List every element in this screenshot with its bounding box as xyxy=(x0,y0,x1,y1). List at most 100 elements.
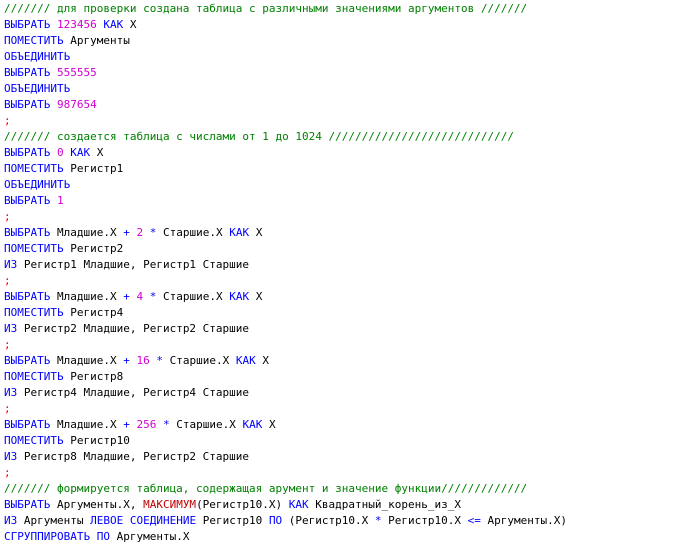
code-line: ВЫБРАТЬ Младшие.X + 16 * Старшие.X КАК X xyxy=(4,353,690,369)
keyword-token: ПОМЕСТИТЬ xyxy=(4,162,64,175)
keyword-token: СГРУППИРОВАТЬ ПО xyxy=(4,530,110,543)
query-text-editor[interactable]: /////// для проверки создана таблица с р… xyxy=(0,0,690,545)
code-line: ВЫБРАТЬ Младшие.X + 256 * Старшие.X КАК … xyxy=(4,417,690,433)
keyword-token: ВЫБРАТЬ xyxy=(4,498,51,511)
code-line: ВЫБРАТЬ 123456 КАК X xyxy=(4,17,690,33)
keyword-token: <= xyxy=(467,514,481,527)
keyword-token: КАК xyxy=(70,146,91,159)
keyword-token: ОБЪЕДИНИТЬ xyxy=(4,82,71,95)
text-token: Регистр1 Младшие, Регистр1 Старшие xyxy=(17,258,250,271)
text-token: (Регистр10.X) xyxy=(196,498,289,511)
number-token: 1 xyxy=(56,194,64,207)
text-token: Регистр2 xyxy=(63,242,124,255)
text-token: (Регистр10.X xyxy=(282,514,375,527)
text-token: Старшие.X xyxy=(169,418,243,431)
text-token: Квадратный_корень_из_X xyxy=(308,498,461,511)
code-line: ИЗ Регистр8 Младшие, Регистр2 Старшие xyxy=(4,449,690,465)
text-token: X xyxy=(249,290,263,303)
code-line: ; xyxy=(4,209,690,225)
keyword-token: ПОМЕСТИТЬ xyxy=(4,242,64,255)
text-token: Регистр10 xyxy=(196,514,269,527)
keyword-token: ПО xyxy=(268,514,283,527)
keyword-token: ВЫБРАТЬ xyxy=(4,146,57,159)
keyword-token: + xyxy=(123,418,130,431)
code-line: ; xyxy=(4,465,690,481)
text-token: Аргументы.X, xyxy=(50,498,144,511)
code-line: ВЫБРАТЬ 1 xyxy=(4,193,690,209)
text-token: Регистр4 xyxy=(63,306,124,319)
keyword-token: ИЗ xyxy=(4,386,18,399)
code-line: ИЗ Регистр2 Младшие, Регистр2 Старшие xyxy=(4,321,690,337)
text-token: Аргументы xyxy=(17,514,91,527)
keyword-token: ИЗ xyxy=(4,322,18,335)
code-line: ПОМЕСТИТЬ Регистр1 xyxy=(4,161,690,177)
keyword-token: * xyxy=(374,514,382,527)
semicolon-token: ; xyxy=(4,210,11,223)
code-line: /////// для проверки создана таблица с р… xyxy=(4,1,690,17)
keyword-token: ИЗ xyxy=(4,258,18,271)
keyword-token: * xyxy=(162,418,170,431)
text-token: Регистр10.X xyxy=(381,514,468,527)
keyword-token: КАК xyxy=(103,18,124,31)
text-token: X xyxy=(255,354,269,367)
semicolon-token: ; xyxy=(4,274,11,287)
semicolon-token: ; xyxy=(4,466,11,479)
code-line: ПОМЕСТИТЬ Регистр8 xyxy=(4,369,690,385)
keyword-token: ВЫБРАТЬ xyxy=(4,66,57,79)
code-line: ОБЪЕДИНИТЬ xyxy=(4,177,690,193)
text-token: X xyxy=(262,418,276,431)
code-line: ПОМЕСТИТЬ Аргументы xyxy=(4,33,690,49)
keyword-token: ПОМЕСТИТЬ xyxy=(4,34,64,47)
keyword-token: ОБЪЕДИНИТЬ xyxy=(4,178,71,191)
keyword-token: ВЫБРАТЬ xyxy=(4,290,51,303)
text-token: Регистр1 xyxy=(63,162,124,175)
code-line: ПОМЕСТИТЬ Регистр10 xyxy=(4,433,690,449)
code-line: ВЫБРАТЬ Младшие.X + 4 * Старшие.X КАК X xyxy=(4,289,690,305)
keyword-token: ВЫБРАТЬ xyxy=(4,226,51,239)
code-line: /////// создается таблица с числами от 1… xyxy=(4,129,690,145)
text-token: Аргументы.X) xyxy=(480,514,567,527)
text-token: Младшие.X xyxy=(50,418,124,431)
code-line: /////// формируется таблица, содержащая … xyxy=(4,481,690,497)
code-line: ; xyxy=(4,113,690,129)
text-token: Регистр10 xyxy=(63,434,130,447)
number-token: 123456 xyxy=(56,18,97,31)
code-line: ИЗ Аргументы ЛЕВОЕ СОЕДИНЕНИЕ Регистр10 … xyxy=(4,513,690,529)
code-line: ВЫБРАТЬ 0 КАК X xyxy=(4,145,690,161)
semicolon-token: ; xyxy=(4,402,11,415)
number-token: 555555 xyxy=(56,66,97,79)
keyword-token: ВЫБРАТЬ xyxy=(4,194,57,207)
code-line: ИЗ Регистр1 Младшие, Регистр1 Старшие xyxy=(4,257,690,273)
keyword-token: ЛЕВОЕ СОЕДИНЕНИЕ xyxy=(90,514,197,527)
keyword-token: * xyxy=(156,354,163,367)
keyword-token: КАК xyxy=(235,354,256,367)
keyword-token: КАК xyxy=(229,226,250,239)
code-line: ; xyxy=(4,337,690,353)
keyword-token: ИЗ xyxy=(4,514,18,527)
comment-token: /////// формируется таблица, содержащая … xyxy=(4,482,528,495)
comment-token: /////// для проверки создана таблица с р… xyxy=(4,2,528,15)
keyword-token: + xyxy=(123,354,130,367)
text-token: Аргументы.X xyxy=(109,530,190,543)
text-token: X xyxy=(249,226,263,239)
keyword-token: ПОМЕСТИТЬ xyxy=(4,434,64,447)
keyword-token: КАК xyxy=(288,498,309,511)
code-line: ВЫБРАТЬ 987654 xyxy=(4,97,690,113)
text-token: Младшие.X xyxy=(50,290,124,303)
code-line: ВЫБРАТЬ Аргументы.X, МАКСИМУМ(Регистр10.… xyxy=(4,497,690,513)
number-token: 16 xyxy=(136,354,150,367)
keyword-token: ВЫБРАТЬ xyxy=(4,354,51,367)
keyword-token: КАК xyxy=(229,290,250,303)
text-token: Регистр2 Младшие, Регистр2 Старшие xyxy=(17,322,250,335)
code-line: ИЗ Регистр4 Младшие, Регистр4 Старшие xyxy=(4,385,690,401)
text-token: Регистр8 Младшие, Регистр2 Старшие xyxy=(17,450,250,463)
keyword-token: ВЫБРАТЬ xyxy=(4,98,57,111)
number-token: 0 xyxy=(56,146,64,159)
semicolon-token: ; xyxy=(4,114,11,127)
keyword-token: + xyxy=(123,226,130,239)
text-token: X xyxy=(123,18,137,31)
keyword-token: ВЫБРАТЬ xyxy=(4,418,51,431)
